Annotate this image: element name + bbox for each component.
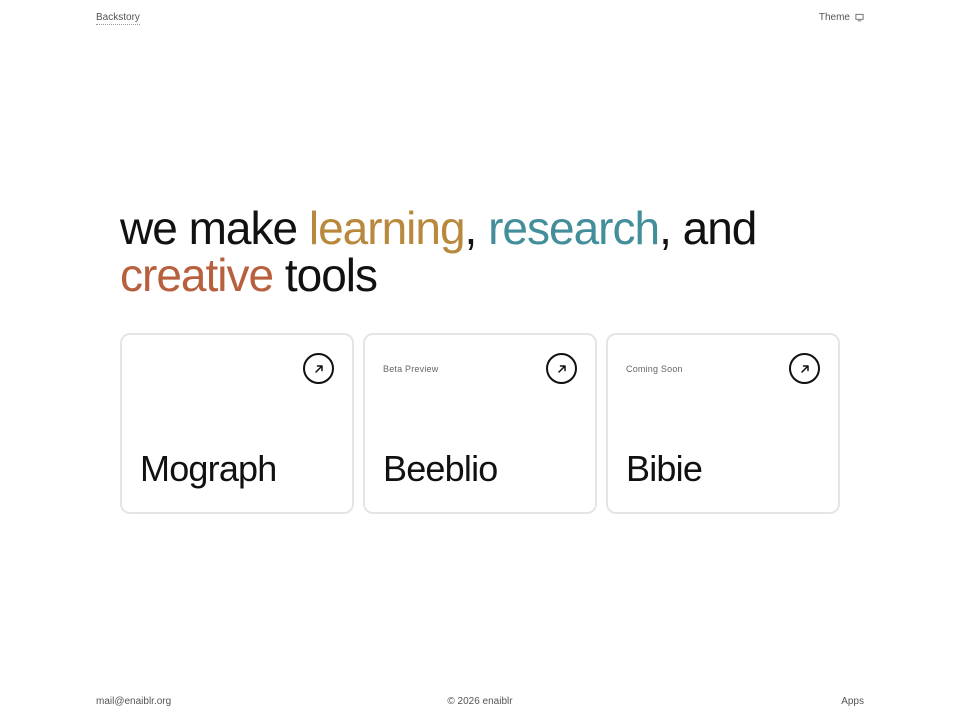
theme-label: Theme: [818, 12, 850, 23]
product-card-mograph[interactable]: Mograph: [120, 333, 354, 514]
footer-copyright: © 2026 enaiblr: [447, 696, 513, 707]
product-cards: Mograph Beta Preview Beeblio Coming Soon…: [120, 333, 840, 514]
hero-word-learning: learning: [308, 202, 466, 254]
page: Backstory Theme we make learning, resear…: [0, 0, 960, 720]
product-card-beeblio[interactable]: Beta Preview Beeblio: [363, 333, 597, 514]
arrow-up-right-icon[interactable]: [303, 353, 334, 384]
theme-toggle[interactable]: Theme: [819, 12, 864, 23]
monitor-icon: [855, 13, 864, 22]
card-title: Mograph: [140, 448, 277, 489]
arrow-up-right-icon[interactable]: [546, 353, 577, 384]
hero-separator-2: , and: [659, 202, 757, 254]
hero-word-creative: creative: [120, 249, 274, 301]
card-badge: Beta Preview: [383, 364, 439, 374]
footer-apps-link[interactable]: Apps: [841, 696, 864, 707]
hero-word-research: research: [488, 202, 660, 254]
hero-headline: we make learning, research, and creative…: [120, 205, 840, 299]
hero-text-start: we make: [120, 202, 309, 254]
hero-text-end: tools: [273, 249, 378, 301]
product-card-bibie[interactable]: Coming Soon Bibie: [606, 333, 840, 514]
card-title: Beeblio: [383, 448, 498, 489]
card-title: Bibie: [626, 448, 703, 489]
card-badge: Coming Soon: [626, 364, 683, 374]
arrow-up-right-icon[interactable]: [789, 353, 820, 384]
hero-separator-1: ,: [464, 202, 489, 254]
backstory-link[interactable]: Backstory: [96, 12, 140, 25]
